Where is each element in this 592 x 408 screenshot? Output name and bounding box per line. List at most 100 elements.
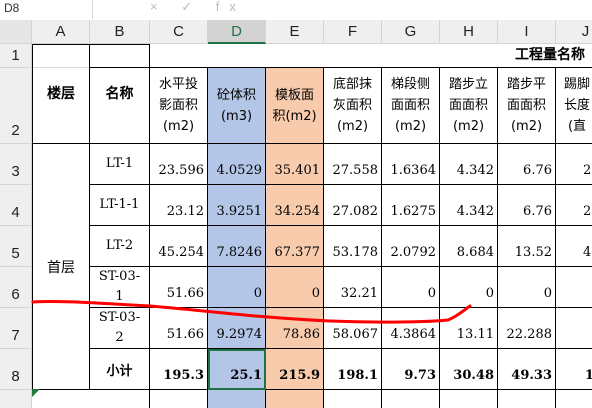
cell-h-row7[interactable]: 13.11 — [440, 308, 498, 349]
row9-c[interactable] — [150, 390, 208, 408]
row-header-2[interactable]: 2 — [0, 68, 32, 144]
cell-f-row4[interactable]: 27.082 — [324, 185, 382, 226]
merged-title-cell[interactable]: 工程量名称 — [150, 44, 592, 68]
cell-name-row5[interactable]: LT-2 — [90, 226, 150, 267]
column-header-h[interactable]: H — [440, 20, 498, 44]
cell-i-row6[interactable]: 0 — [498, 267, 556, 308]
row9-g[interactable] — [382, 390, 440, 408]
subtotal-name[interactable]: 小计 — [90, 349, 150, 390]
subtotal-h[interactable]: 30.48 — [440, 349, 498, 390]
header-name[interactable]: 名称 — [90, 44, 150, 144]
header-h[interactable]: 踏步立 面面积 (m2) — [440, 68, 498, 144]
cell-j-row3[interactable]: 20.6 — [556, 144, 592, 185]
cell-e-row3[interactable]: 35.401 — [266, 144, 324, 185]
row9-name[interactable] — [90, 390, 150, 408]
row9-j[interactable] — [556, 390, 592, 408]
select-all-corner[interactable] — [0, 20, 32, 44]
cell-name-row7[interactable]: ST-03- 2 — [90, 308, 150, 349]
row-header-6[interactable]: 6 — [0, 267, 32, 308]
cell-f-row7[interactable]: 58.067 — [324, 308, 382, 349]
cell-c-row7[interactable]: 51.66 — [150, 308, 208, 349]
cell-e-row7[interactable]: 78.86 — [266, 308, 324, 349]
cell-f-row3[interactable]: 27.558 — [324, 144, 382, 185]
row-header-8[interactable]: 8 — [0, 349, 32, 390]
cell-i-row3[interactable]: 6.76 — [498, 144, 556, 185]
name-box[interactable]: D8 — [0, 0, 93, 19]
cell-j-row7[interactable]: 32. — [556, 308, 592, 349]
cell-j-row4[interactable]: 20.6 — [556, 185, 592, 226]
row-header-7[interactable]: 7 — [0, 308, 32, 349]
column-header-a[interactable]: A — [32, 20, 90, 44]
header-floor[interactable]: 楼层 — [32, 44, 90, 144]
row9-f[interactable] — [324, 390, 382, 408]
formula-bar[interactable]: D8 × ✓ fx — [0, 0, 592, 21]
row-header-5[interactable]: 5 — [0, 226, 32, 267]
cell-g-row7[interactable]: 4.3864 — [382, 308, 440, 349]
row9-d[interactable] — [208, 390, 266, 408]
cell-name-row3[interactable]: LT-1 — [90, 144, 150, 185]
column-header-e[interactable]: E — [266, 20, 324, 44]
subtotal-f[interactable]: 198.1 — [324, 349, 382, 390]
cell-d-row3[interactable]: 4.0529 — [208, 144, 266, 185]
column-header-c[interactable]: C — [150, 20, 208, 44]
column-header-b[interactable]: B — [90, 20, 150, 44]
cell-g-row5[interactable]: 2.0792 — [382, 226, 440, 267]
cell-c-row3[interactable]: 23.596 — [150, 144, 208, 185]
subtotal-d[interactable]: 25.1 — [208, 349, 266, 390]
header-i[interactable]: 踏步平 面面积 (m2) — [498, 68, 556, 144]
cell-d-row7[interactable]: 9.2974 — [208, 308, 266, 349]
subtotal-c[interactable]: 195.3 — [150, 349, 208, 390]
spreadsheet[interactable]: D8 × ✓ fx A B C D E F G H I J 1 2 3 4 5 … — [0, 0, 592, 408]
header-e[interactable]: 模板面 积(m2) — [266, 68, 324, 144]
column-header-d[interactable]: D — [208, 20, 266, 44]
cell-c-row4[interactable]: 23.12 — [150, 185, 208, 226]
header-d[interactable]: 砼体积 (m3) — [208, 68, 266, 144]
cell-i-row7[interactable]: 22.288 — [498, 308, 556, 349]
cell-c-row6[interactable]: 51.66 — [150, 267, 208, 308]
cell-e-row4[interactable]: 34.254 — [266, 185, 324, 226]
cell-f-row6[interactable]: 32.21 — [324, 267, 382, 308]
subtotal-e[interactable]: 215.9 — [266, 349, 324, 390]
header-f[interactable]: 底部抹 灰面积 (m2) — [324, 68, 382, 144]
subtotal-g[interactable]: 9.73 — [382, 349, 440, 390]
row-header-4[interactable]: 4 — [0, 185, 32, 226]
column-header-j[interactable]: J — [556, 20, 592, 44]
cell-g-row3[interactable]: 1.6364 — [382, 144, 440, 185]
header-g[interactable]: 梯段侧 面面积 (m2) — [382, 68, 440, 144]
header-j[interactable]: 踢脚 长度 (直 — [556, 68, 592, 144]
cell-i-row4[interactable]: 6.76 — [498, 185, 556, 226]
row-header-1[interactable]: 1 — [0, 44, 32, 68]
cell-e-row5[interactable]: 67.377 — [266, 226, 324, 267]
error-indicator-icon — [32, 389, 40, 397]
row-header-3[interactable]: 3 — [0, 144, 32, 185]
cell-f-row5[interactable]: 53.178 — [324, 226, 382, 267]
cell-h-row3[interactable]: 4.342 — [440, 144, 498, 185]
cell-h-row6[interactable]: 0 — [440, 267, 498, 308]
cell-name-row4[interactable]: LT-1-1 — [90, 185, 150, 226]
row9-h[interactable] — [440, 390, 498, 408]
cell-e-row6[interactable]: 0 — [266, 267, 324, 308]
cell-j-row6[interactable]: 33. — [556, 267, 592, 308]
cell-d-row5[interactable]: 7.8246 — [208, 226, 266, 267]
row-header-9[interactable] — [0, 390, 32, 408]
cell-g-row4[interactable]: 1.6275 — [382, 185, 440, 226]
cell-j-row5[interactable]: 40.7 — [556, 226, 592, 267]
subtotal-j[interactable]: 147 — [556, 349, 592, 390]
row9-e[interactable] — [266, 390, 324, 408]
formula-icons[interactable]: × ✓ fx — [150, 0, 246, 19]
column-header-g[interactable]: G — [382, 20, 440, 44]
subtotal-i[interactable]: 49.33 — [498, 349, 556, 390]
cell-i-row5[interactable]: 13.52 — [498, 226, 556, 267]
cell-g-row6[interactable]: 0 — [382, 267, 440, 308]
cell-d-row4[interactable]: 3.9251 — [208, 185, 266, 226]
row9-i[interactable] — [498, 390, 556, 408]
cell-h-row4[interactable]: 4.342 — [440, 185, 498, 226]
cell-d-row6[interactable]: 0 — [208, 267, 266, 308]
cell-name-row6[interactable]: ST-03- 1 — [90, 267, 150, 308]
cell-h-row5[interactable]: 8.684 — [440, 226, 498, 267]
column-header-f[interactable]: F — [324, 20, 382, 44]
header-c[interactable]: 水平投 影面积 (m2) — [150, 68, 208, 144]
cell-c-row5[interactable]: 45.254 — [150, 226, 208, 267]
column-header-i[interactable]: I — [498, 20, 556, 44]
floor-cell[interactable]: 首层 — [32, 144, 90, 390]
